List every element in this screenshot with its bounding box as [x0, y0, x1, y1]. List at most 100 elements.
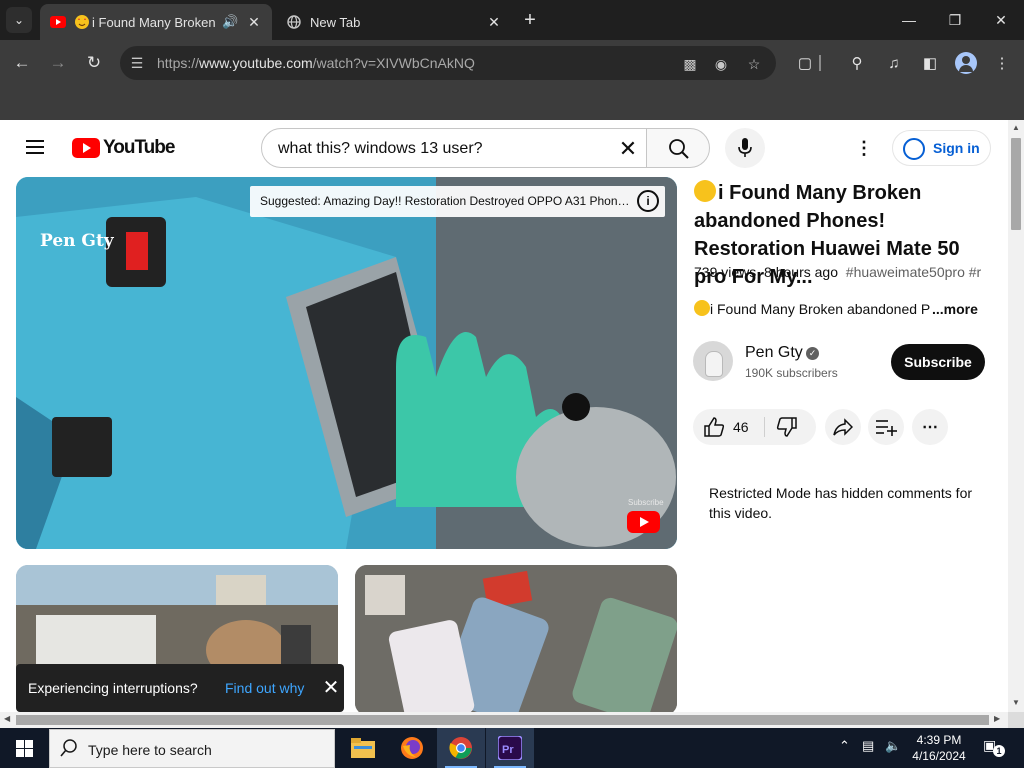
youtube-header: YouTube what this? windows 13 user? ✕ ⋮ …: [0, 120, 1008, 176]
hashtags[interactable]: #huaweimate50pro #r: [846, 264, 981, 280]
site-info-icon[interactable]: ☰: [128, 54, 146, 72]
more-link[interactable]: ...more: [932, 301, 978, 317]
youtube-subscribe-watermark-icon[interactable]: [627, 511, 660, 533]
file-explorer-icon[interactable]: [339, 728, 387, 768]
search-input[interactable]: what this? windows 13 user? ✕: [261, 128, 647, 168]
windows-taskbar: Type here to search Pr ⌃ ▤ 🔈 4:39 PM 4/1…: [0, 728, 1024, 768]
tab-search-button[interactable]: ⌄: [6, 7, 32, 33]
verified-check-icon: ✓: [806, 347, 819, 360]
back-arrow-icon[interactable]: ←: [9, 50, 35, 76]
toolbar-divider: [819, 55, 821, 71]
horizontal-scroll-thumb[interactable]: [16, 715, 989, 725]
premiere-pro-icon[interactable]: Pr: [486, 728, 534, 768]
notification-badge: 1: [993, 745, 1005, 757]
close-tab-icon[interactable]: ✕: [244, 12, 264, 32]
account-circle-icon: [903, 138, 925, 160]
microphone-icon: [738, 138, 752, 157]
scroll-up-arrow-icon[interactable]: ▲: [1011, 123, 1021, 132]
like-button[interactable]: 46: [703, 416, 761, 438]
settings-more-icon[interactable]: ⋮: [852, 136, 876, 160]
labs-flask-icon[interactable]: ⚲: [845, 51, 869, 75]
network-icon[interactable]: ▤: [862, 738, 874, 754]
suggested-video-card[interactable]: Suggested: Amazing Day!! Restoration Des…: [250, 186, 665, 217]
tab-strip: ⌄ i Found Many Broken abandoned Phones! …: [0, 0, 1024, 40]
interruptions-toast: Experiencing interruptions? Find out why…: [16, 664, 344, 712]
minimize-icon[interactable]: —: [886, 0, 932, 40]
description-snippet: i Found Many Broken abandoned P: [710, 301, 931, 317]
tab-youtube[interactable]: i Found Many Broken abandoned Phones! Re…: [40, 4, 272, 40]
url-host: www.youtube.com: [199, 55, 313, 71]
speaker-icon[interactable]: 🔊: [222, 14, 240, 30]
subscribe-watermark-text: Subscribe: [628, 498, 664, 507]
description-preview[interactable]: i Found Many Broken abandoned P ...more: [694, 300, 994, 317]
taskbar-clock[interactable]: 4:39 PM 4/16/2024: [905, 732, 973, 764]
like-divider: [764, 417, 765, 437]
share-button[interactable]: [825, 409, 861, 445]
close-tab-icon[interactable]: ✕: [484, 12, 504, 32]
vertical-scrollbar[interactable]: ▲ ▼: [1008, 120, 1024, 712]
bookmark-star-icon[interactable]: ☆: [744, 54, 764, 74]
show-hidden-icons-icon[interactable]: ⌃: [839, 738, 850, 754]
firefox-icon[interactable]: [388, 728, 436, 768]
save-to-playlist-button[interactable]: [868, 409, 904, 445]
volume-muted-icon[interactable]: 🔈: [885, 738, 901, 754]
tab-title: i Found Many Broken abandoned Phones! Re…: [92, 14, 218, 30]
like-count: 46: [733, 419, 749, 435]
eye-off-icon[interactable]: ◉: [711, 54, 731, 74]
vertical-scroll-thumb[interactable]: [1011, 138, 1021, 230]
video-meta: 739 views 8 hours ago #huaweimate50pro #…: [694, 264, 994, 280]
thumbs-up-icon: [704, 417, 725, 437]
horizontal-scrollbar[interactable]: ◀ ▶: [0, 712, 1008, 728]
search-button[interactable]: [646, 128, 710, 168]
browser-menu-icon[interactable]: ⋮: [990, 51, 1014, 75]
voice-search-button[interactable]: [725, 128, 765, 168]
chevron-down-icon: ⌄: [13, 13, 25, 27]
info-icon[interactable]: i: [637, 190, 659, 212]
address-bar[interactable]: ☰ https://www.youtube.com/watch?v=XIVWbC…: [120, 46, 776, 80]
extensions-icon[interactable]: ▢: [793, 51, 817, 75]
taskbar-search-box[interactable]: Type here to search: [49, 729, 335, 768]
scroll-left-arrow-icon[interactable]: ◀: [4, 714, 10, 723]
more-actions-icon[interactable]: ⋯: [912, 409, 948, 445]
tab-new-tab[interactable]: New Tab ✕: [276, 4, 512, 40]
close-toast-icon[interactable]: ✕: [320, 676, 342, 699]
search-icon: [669, 139, 689, 159]
sign-in-label: Sign in: [933, 140, 980, 156]
profile-avatar-icon[interactable]: [955, 52, 977, 74]
clear-search-icon[interactable]: ✕: [616, 136, 640, 161]
subscribe-button[interactable]: Subscribe: [891, 344, 985, 380]
restore-icon[interactable]: ❐: [932, 0, 978, 40]
youtube-page: YouTube what this? windows 13 user? ✕ ⋮ …: [0, 120, 1008, 712]
window-close-icon[interactable]: ✕: [978, 0, 1024, 40]
youtube-logo[interactable]: YouTube: [72, 137, 175, 159]
scroll-down-arrow-icon[interactable]: ▼: [1011, 698, 1021, 707]
notification-center-icon[interactable]: ▣ 1: [983, 737, 1005, 757]
star-struck-emoji-icon: [74, 14, 90, 30]
tab-title: New Tab: [310, 14, 361, 30]
url-text[interactable]: https://www.youtube.com/watch?v=XIVWbCnA…: [157, 55, 475, 71]
scroll-right-arrow-icon[interactable]: ▶: [994, 714, 1000, 723]
chrome-icon[interactable]: [437, 728, 485, 768]
channel-name[interactable]: Pen Gty: [745, 344, 803, 362]
search-icon: [60, 739, 77, 757]
search-query[interactable]: what this? windows 13 user?: [278, 140, 483, 158]
channel-avatar[interactable]: [693, 341, 733, 381]
windows-start-icon[interactable]: [0, 728, 48, 768]
forward-arrow-icon[interactable]: →: [45, 50, 71, 76]
video-player[interactable]: Pen Gty Suggested: Amazing Day!! Restora…: [16, 177, 677, 549]
dislike-button[interactable]: [776, 416, 800, 438]
video-watermark: Pen Gty: [40, 231, 114, 251]
clock-date: 4/16/2024: [912, 749, 966, 763]
sign-in-button[interactable]: Sign in: [892, 130, 991, 166]
find-out-why-link[interactable]: Find out why: [225, 680, 304, 696]
media-control-icon[interactable]: ♫: [882, 51, 906, 75]
side-panel-icon[interactable]: ◧: [918, 51, 942, 75]
reload-icon[interactable]: ↻: [81, 50, 107, 76]
hamburger-menu-icon[interactable]: [24, 138, 46, 156]
globe-icon: [286, 14, 302, 30]
youtube-play-icon: [72, 138, 100, 158]
new-tab-plus-icon[interactable]: +: [518, 8, 542, 32]
recommended-video-thumbnail[interactable]: [355, 565, 677, 712]
install-app-icon[interactable]: ▩: [680, 54, 700, 74]
restricted-comments-notice: Restricted Mode has hidden comments for …: [709, 485, 973, 521]
